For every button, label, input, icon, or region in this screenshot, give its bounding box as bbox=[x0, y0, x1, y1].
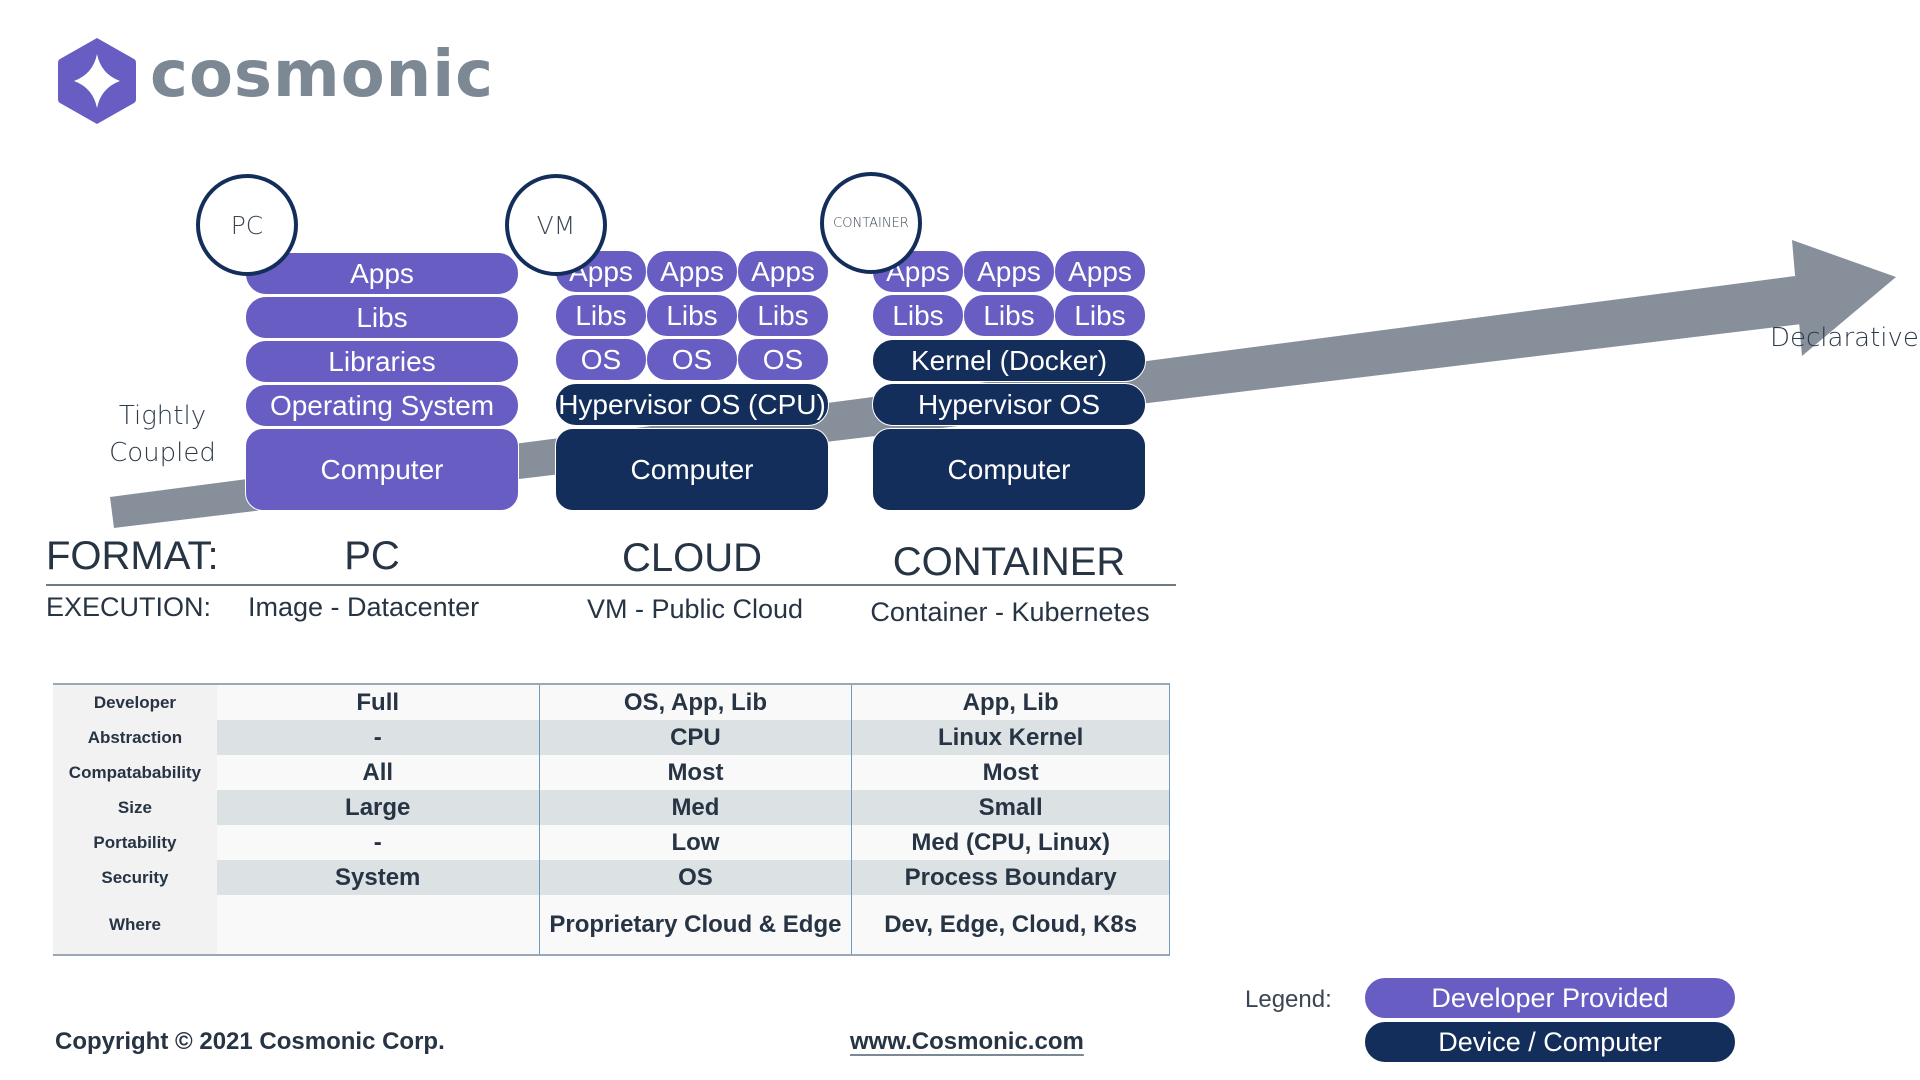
vm-os-1: OS bbox=[555, 338, 647, 381]
pc-layer-libs: Libs bbox=[245, 296, 519, 339]
cell-pc: - bbox=[216, 825, 539, 860]
declarative-label: Declarative bbox=[1770, 323, 1919, 353]
pc-layer-computer: Computer bbox=[245, 428, 519, 511]
execution-cloud: VM - Public Cloud bbox=[586, 594, 804, 624]
container-computer: Computer bbox=[872, 428, 1146, 511]
tightly-coupled-label: Tightly Coupled bbox=[100, 398, 225, 472]
table-row: Developer Full OS, App, Lib App, Lib bbox=[53, 685, 1170, 720]
format-cloud: CLOUD bbox=[621, 536, 763, 580]
row-label: Abstraction bbox=[53, 720, 217, 755]
table-row: Abstraction - CPU Linux Kernel bbox=[53, 720, 1170, 755]
cell-container: Most bbox=[851, 755, 1170, 790]
pc-layer-libraries: Libraries bbox=[245, 340, 519, 383]
cell-cloud: OS, App, Lib bbox=[538, 685, 852, 720]
tightly-label: Tightly bbox=[118, 401, 207, 431]
legend-label: Legend: bbox=[1245, 986, 1332, 1013]
cell-pc: Large bbox=[216, 790, 539, 825]
vm-hypervisor: Hypervisor OS (CPU) bbox=[555, 383, 829, 426]
website-link[interactable]: www.Cosmonic.com bbox=[850, 1028, 1084, 1056]
cell-pc: System bbox=[216, 860, 539, 895]
pc-layer-apps: Apps bbox=[245, 252, 519, 295]
container-libs-1: Libs bbox=[872, 294, 964, 337]
format-pc: PC bbox=[344, 534, 400, 578]
cell-cloud: Proprietary Cloud & Edge bbox=[538, 895, 852, 954]
row-label: Security bbox=[53, 860, 217, 895]
table-row: Where Proprietary Cloud & Edge Dev, Edge… bbox=[53, 895, 1170, 954]
row-label: Developer bbox=[53, 685, 217, 720]
vm-os-3: OS bbox=[737, 338, 829, 381]
container-kernel: Kernel (Docker) bbox=[872, 339, 1146, 382]
format-label: FORMAT: bbox=[46, 534, 219, 578]
pc-badge: PC bbox=[196, 174, 298, 276]
execution-pc: Image - Datacenter bbox=[248, 592, 480, 622]
container-apps-2: Apps bbox=[963, 250, 1055, 293]
table-row: Compatabability All Most Most bbox=[53, 755, 1170, 790]
vm-os-2: OS bbox=[646, 338, 738, 381]
copyright-text: Copyright © 2021 Cosmonic Corp. bbox=[55, 1028, 445, 1055]
vm-apps-2: Apps bbox=[646, 250, 738, 293]
vm-libs-2: Libs bbox=[646, 294, 738, 337]
table-row: Size Large Med Small bbox=[53, 790, 1170, 825]
execution-label: EXECUTION: bbox=[46, 592, 212, 622]
container-hypervisor: Hypervisor OS bbox=[872, 383, 1146, 426]
format-divider bbox=[46, 584, 1176, 586]
cell-container: App, Lib bbox=[851, 685, 1170, 720]
cell-cloud: CPU bbox=[538, 720, 852, 755]
row-label: Where bbox=[53, 895, 217, 954]
row-label: Compatabability bbox=[53, 755, 217, 790]
container-libs-2: Libs bbox=[963, 294, 1055, 337]
row-label: Portability bbox=[53, 825, 217, 860]
vm-libs-1: Libs bbox=[555, 294, 647, 337]
vm-apps-3: Apps bbox=[737, 250, 829, 293]
row-label: Size bbox=[53, 790, 217, 825]
comparison-table: Developer Full OS, App, Lib App, Lib Abs… bbox=[53, 683, 1170, 956]
container-badge: CONTAINER bbox=[820, 172, 922, 274]
cell-pc: - bbox=[216, 720, 539, 755]
cell-container: Med (CPU, Linux) bbox=[851, 825, 1170, 860]
cell-pc: All bbox=[216, 755, 539, 790]
legend-developer-provided: Developer Provided bbox=[1364, 977, 1736, 1019]
cell-cloud: Most bbox=[538, 755, 852, 790]
vm-libs-3: Libs bbox=[737, 294, 829, 337]
cell-container: Linux Kernel bbox=[851, 720, 1170, 755]
cell-container: Process Boundary bbox=[851, 860, 1170, 895]
container-apps-3: Apps bbox=[1054, 250, 1146, 293]
legend-device-computer: Device / Computer bbox=[1364, 1021, 1736, 1063]
table-row: Portability - Low Med (CPU, Linux) bbox=[53, 825, 1170, 860]
cell-container: Dev, Edge, Cloud, K8s bbox=[851, 895, 1170, 954]
container-libs-3: Libs bbox=[1054, 294, 1146, 337]
execution-container: Container - Kubernetes bbox=[870, 597, 1150, 627]
cell-cloud: OS bbox=[538, 860, 852, 895]
table-row: Security System OS Process Boundary bbox=[53, 860, 1170, 895]
pc-layer-operating-system: Operating System bbox=[245, 384, 519, 427]
cell-pc bbox=[216, 895, 539, 954]
cell-pc: Full bbox=[216, 685, 539, 720]
vm-computer: Computer bbox=[555, 428, 829, 511]
coupled-label: Coupled bbox=[109, 438, 216, 468]
vm-badge: VM bbox=[505, 174, 607, 276]
cell-cloud: Med bbox=[538, 790, 852, 825]
format-container: CONTAINER bbox=[892, 540, 1126, 584]
cell-cloud: Low bbox=[538, 825, 852, 860]
cell-container: Small bbox=[851, 790, 1170, 825]
